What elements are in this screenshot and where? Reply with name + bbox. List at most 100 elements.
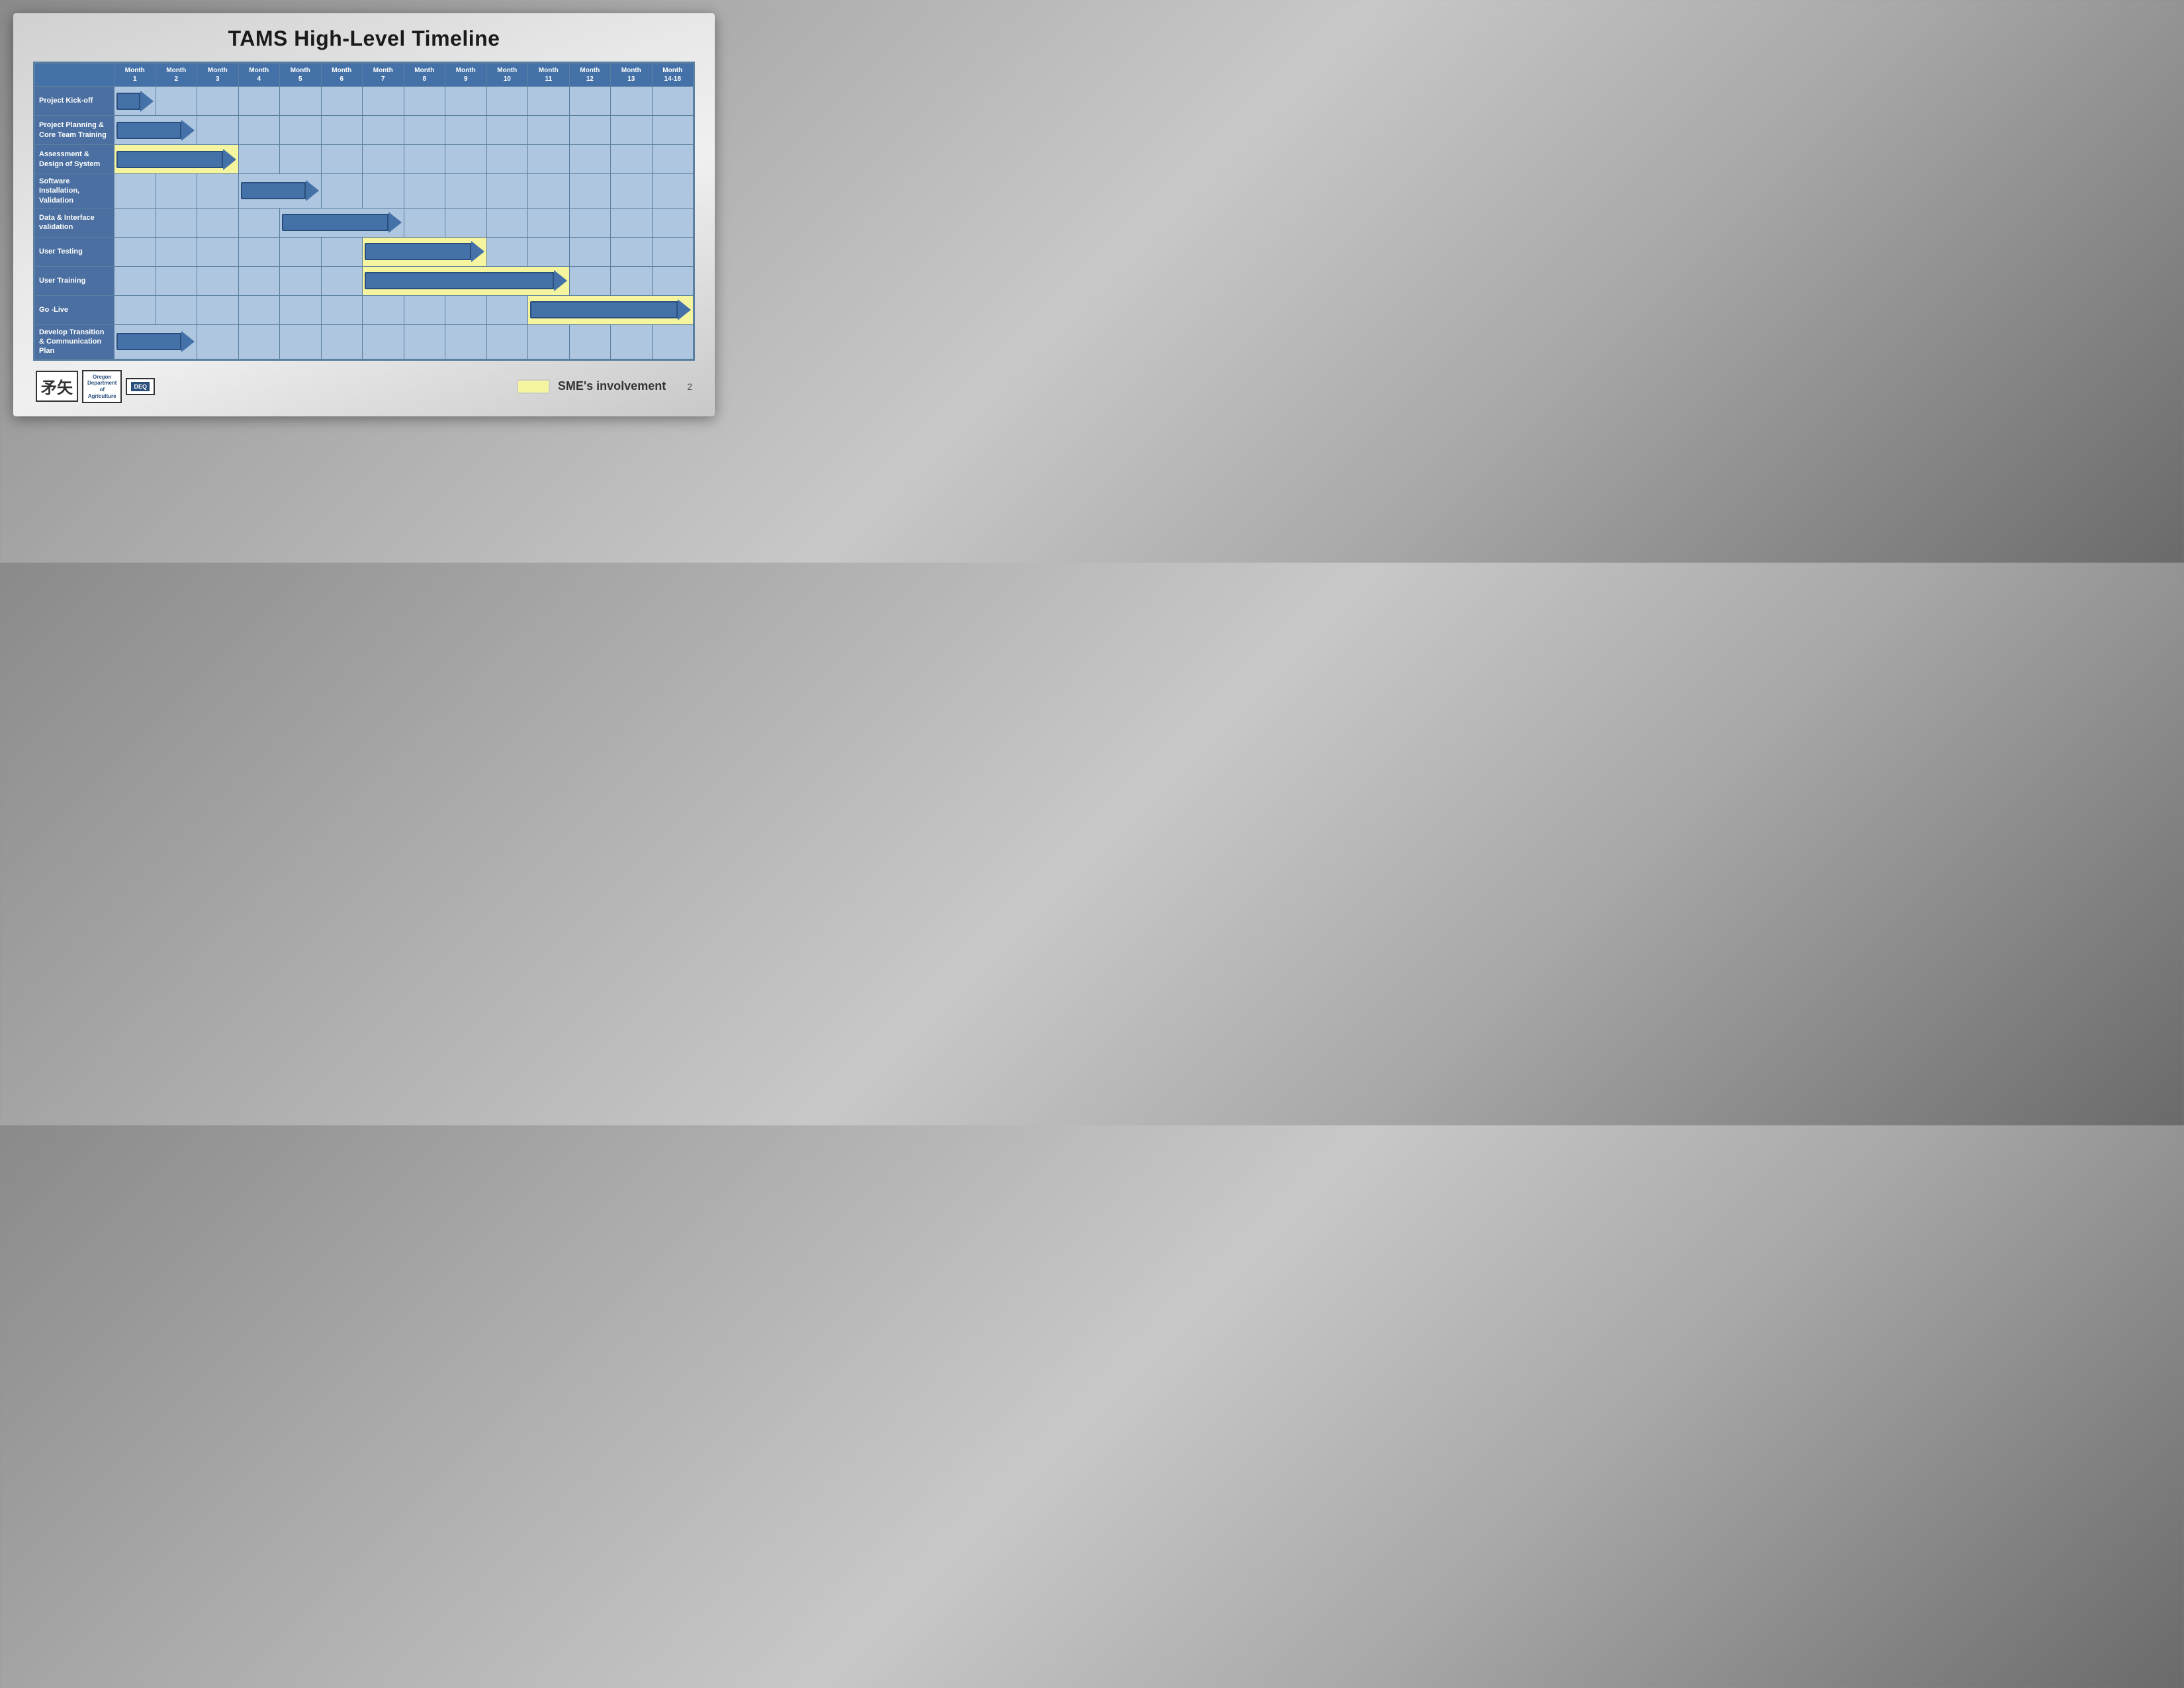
page-title: TAMS High-Level Timeline (33, 26, 695, 51)
gantt-cell-r2-c4 (280, 145, 322, 174)
gantt-cell-r3-c12 (611, 174, 653, 209)
arrow-r5 (365, 241, 484, 262)
arrow-r1 (116, 120, 195, 141)
gantt-cell-r2-c13 (652, 145, 694, 174)
gantt-cell-r6-c2 (197, 266, 239, 295)
gantt-cell-r6-c11 (569, 266, 611, 295)
logo-jc: ⽭⽮ (36, 371, 78, 402)
gantt-cell-r7-c9 (486, 295, 528, 324)
gantt-cell-r8-c9 (486, 324, 528, 359)
gantt-cell-r2-c6 (363, 145, 404, 174)
gantt-cell-r8-c4 (280, 324, 322, 359)
gantt-cell-r5-c5 (321, 237, 363, 266)
legend-label: SME's involvement (558, 379, 666, 393)
logo-deq: DEQ (126, 378, 155, 395)
arrow-r3 (241, 180, 319, 201)
gantt-cell-r8-c11 (569, 324, 611, 359)
arrow-r2 (116, 149, 236, 170)
arrow-r7 (530, 299, 691, 320)
table-row: Data & Interface validation (35, 208, 694, 237)
row-label-4: Data & Interface validation (35, 208, 114, 237)
gantt-cell-r6-c13 (652, 266, 694, 295)
header-month-4: Month4 (238, 64, 280, 87)
gantt-cell-r4-c4 (280, 208, 404, 237)
slide-container: TAMS High-Level Timeline Month1Month2 Mon… (13, 13, 715, 416)
gantt-cell-r7-c7 (404, 295, 445, 324)
row-label-3: Software Installation, Validation (35, 174, 114, 209)
gantt-cell-r7-c1 (156, 295, 197, 324)
gantt-cell-r0-c6 (363, 87, 404, 116)
gantt-cell-r1-c7 (404, 116, 445, 145)
gantt-cell-r1-c8 (445, 116, 487, 145)
legend-area: SME's involvement 2 (517, 379, 692, 394)
gantt-cell-r0-c11 (569, 87, 611, 116)
gantt-cell-r6-c0 (114, 266, 156, 295)
arrow-r4 (282, 212, 402, 233)
gantt-cell-r5-c13 (652, 237, 694, 266)
header-month-7: Month7 (363, 64, 404, 87)
gantt-cell-r1-c10 (528, 116, 570, 145)
gantt-cell-r2-c10 (528, 145, 570, 174)
gantt-cell-r1-c13 (652, 116, 694, 145)
header-month-1: Month1 (114, 64, 156, 87)
row-label-8: Develop Transition & Communication Plan (35, 324, 114, 359)
gantt-cell-r3-c8 (445, 174, 487, 209)
gantt-cell-r4-c13 (652, 208, 694, 237)
jc-icon: ⽭⽮ (41, 375, 73, 398)
gantt-cell-r1-c12 (611, 116, 653, 145)
gantt-cell-r1-c11 (569, 116, 611, 145)
gantt-cell-r5-c0 (114, 237, 156, 266)
row-label-2: Assessment & Design of System (35, 145, 114, 174)
gantt-cell-r1-c0 (114, 116, 197, 145)
gantt-cell-r4-c11 (569, 208, 611, 237)
gantt-cell-r5-c3 (238, 237, 280, 266)
gantt-cell-r3-c10 (528, 174, 570, 209)
header-month-13: Month13 (611, 64, 653, 87)
gantt-cell-r2-c5 (321, 145, 363, 174)
gantt-cell-r4-c12 (611, 208, 653, 237)
gantt-cell-r8-c2 (197, 324, 239, 359)
arrow-r0 (116, 91, 154, 112)
gantt-cell-r3-c3 (238, 174, 321, 209)
gantt-cell-r3-c1 (156, 174, 197, 209)
gantt-cell-r6-c6 (363, 266, 570, 295)
gantt-cell-r7-c4 (280, 295, 322, 324)
gantt-cell-r8-c7 (404, 324, 445, 359)
gantt-cell-r0-c10 (528, 87, 570, 116)
gantt-cell-r8-c3 (238, 324, 280, 359)
gantt-cell-r1-c9 (486, 116, 528, 145)
gantt-cell-r2-c8 (445, 145, 487, 174)
gantt-cell-r8-c8 (445, 324, 487, 359)
gantt-cell-r7-c5 (321, 295, 363, 324)
gantt-cell-r0-c8 (445, 87, 487, 116)
legend-color-box (517, 379, 550, 394)
gantt-cell-r0-c13 (652, 87, 694, 116)
deq-text: DEQ (131, 382, 150, 391)
gantt-cell-r3-c11 (569, 174, 611, 209)
header-month-14: Month14-18 (652, 64, 694, 87)
gantt-cell-r0-c12 (611, 87, 653, 116)
gantt-cell-r5-c2 (197, 237, 239, 266)
header-month-2: Month2 (156, 64, 197, 87)
gantt-cell-r4-c1 (156, 208, 197, 237)
gantt-cell-r2-c9 (486, 145, 528, 174)
gantt-cell-r5-c9 (486, 237, 528, 266)
gantt-cell-r3-c0 (114, 174, 156, 209)
header-month-8: Month8 (404, 64, 445, 87)
header-month-11: Month11 (528, 64, 570, 87)
gantt-cell-r0-c9 (486, 87, 528, 116)
gantt-cell-r0-c2 (197, 87, 239, 116)
gantt-cell-r0-c5 (321, 87, 363, 116)
gantt-cell-r8-c5 (321, 324, 363, 359)
gantt-cell-r6-c4 (280, 266, 322, 295)
table-row: Project Kick-off (35, 87, 694, 116)
gantt-cell-r2-c11 (569, 145, 611, 174)
arrow-r6 (365, 270, 567, 291)
gantt-cell-r3-c6 (363, 174, 404, 209)
row-label-5: User Testing (35, 237, 114, 266)
gantt-cell-r1-c3 (238, 116, 280, 145)
table-row: Project Planning & Core Team Training (35, 116, 694, 145)
gantt-cell-r5-c6 (363, 237, 487, 266)
logo-area: ⽭⽮ OregonDepartmentofAgriculture DEQ (36, 370, 155, 403)
gantt-cell-r7-c8 (445, 295, 487, 324)
